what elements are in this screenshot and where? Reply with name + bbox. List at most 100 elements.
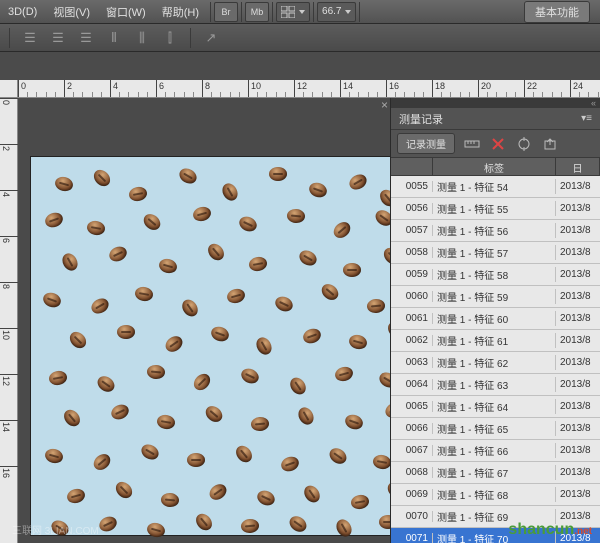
bean-object[interactable] — [297, 247, 320, 268]
bean-object[interactable] — [146, 364, 165, 380]
menu-window[interactable]: 窗口(W) — [98, 4, 154, 20]
bean-object[interactable] — [86, 220, 106, 237]
bean-object[interactable] — [279, 454, 301, 473]
bean-object[interactable] — [48, 370, 68, 387]
record-measurement-button[interactable]: 记录测量 — [397, 133, 455, 154]
distribute-v-icon[interactable]: ⫼ — [131, 27, 153, 49]
bean-object[interactable] — [156, 414, 176, 431]
target-icon[interactable] — [515, 135, 533, 153]
table-row[interactable]: 0069测量 1 - 特征 682013/8 — [391, 484, 600, 506]
zoom-dropdown[interactable]: 66.7 — [317, 2, 356, 22]
bean-object[interactable] — [248, 256, 268, 273]
table-row[interactable]: 0066测量 1 - 特征 652013/8 — [391, 418, 600, 440]
menu-help[interactable]: 帮助(H) — [154, 4, 207, 20]
menu-3d[interactable]: 3D(D) — [0, 6, 45, 18]
bean-object[interactable] — [89, 295, 112, 316]
bean-object[interactable] — [240, 518, 259, 534]
menu-view[interactable]: 视图(V) — [45, 4, 98, 20]
bean-object[interactable] — [347, 333, 368, 351]
delete-icon[interactable] — [489, 135, 507, 153]
bean-object[interactable] — [141, 211, 164, 233]
bean-object[interactable] — [43, 447, 64, 465]
bean-object[interactable] — [205, 241, 227, 264]
bean-object[interactable] — [225, 287, 246, 305]
bean-object[interactable] — [343, 263, 361, 277]
mb-button[interactable]: Mb — [245, 2, 269, 22]
distribute-h-icon[interactable]: ⫴ — [103, 27, 125, 49]
bean-object[interactable] — [145, 521, 166, 539]
bean-object[interactable] — [319, 281, 342, 303]
bean-object[interactable] — [253, 335, 274, 358]
bean-object[interactable] — [347, 171, 370, 192]
bean-object[interactable] — [95, 373, 118, 395]
bean-object[interactable] — [191, 205, 212, 223]
vertical-ruler[interactable]: 0246810121416 — [0, 98, 18, 543]
bean-object[interactable] — [273, 294, 295, 314]
bean-object[interactable] — [219, 181, 240, 204]
br-button[interactable]: Br — [214, 2, 238, 22]
bean-object[interactable] — [65, 487, 86, 505]
bean-object[interactable] — [295, 405, 316, 428]
bean-object[interactable] — [113, 479, 136, 502]
bean-object[interactable] — [333, 517, 354, 540]
bean-object[interactable] — [327, 445, 350, 467]
bean-object[interactable] — [343, 412, 365, 431]
bean-object[interactable] — [301, 483, 323, 506]
table-row[interactable]: 0065测量 1 - 特征 642013/8 — [391, 396, 600, 418]
align-center-icon[interactable]: ☰ — [47, 27, 69, 49]
bean-object[interactable] — [128, 186, 148, 203]
bean-object[interactable] — [53, 175, 74, 193]
bean-object[interactable] — [331, 219, 354, 241]
bean-object[interactable] — [61, 407, 83, 430]
bean-object[interactable] — [97, 514, 119, 534]
bean-object[interactable] — [41, 290, 63, 309]
bean-object[interactable] — [109, 402, 131, 422]
bean-object[interactable] — [177, 165, 200, 186]
distribute-sp-icon[interactable]: ⫿ — [159, 27, 181, 49]
bean-object[interactable] — [287, 513, 310, 535]
canvas[interactable] — [30, 156, 400, 536]
bean-object[interactable] — [255, 488, 277, 508]
arrow-icon[interactable]: ↗ — [200, 27, 222, 49]
table-row[interactable]: 0057测量 1 - 特征 562013/8 — [391, 220, 600, 242]
bean-object[interactable] — [91, 451, 114, 473]
bean-object[interactable] — [209, 324, 231, 343]
bean-object[interactable] — [286, 208, 305, 224]
bean-object[interactable] — [134, 286, 154, 303]
table-row[interactable]: 0062测量 1 - 特征 612013/8 — [391, 330, 600, 352]
bean-object[interactable] — [157, 257, 178, 275]
table-row[interactable]: 0063测量 1 - 特征 622013/8 — [391, 352, 600, 374]
bean-object[interactable] — [163, 333, 186, 355]
bean-object[interactable] — [117, 325, 135, 339]
bean-object[interactable] — [187, 453, 205, 467]
export-icon[interactable] — [541, 135, 559, 153]
bean-object[interactable] — [207, 481, 230, 503]
panel-tab[interactable]: 测量记录 ▾≡ — [391, 108, 600, 130]
table-row[interactable]: 0055测量 1 - 特征 542013/8 — [391, 176, 600, 198]
table-row[interactable]: 0067测量 1 - 特征 662013/8 — [391, 440, 600, 462]
panel-collapse-icon[interactable]: « — [591, 98, 596, 108]
bean-object[interactable] — [366, 298, 385, 314]
bean-object[interactable] — [160, 492, 179, 508]
table-row[interactable]: 0060测量 1 - 特征 592013/8 — [391, 286, 600, 308]
bean-object[interactable] — [107, 244, 129, 264]
bean-object[interactable] — [193, 511, 215, 534]
bean-object[interactable] — [139, 441, 162, 462]
bean-object[interactable] — [179, 297, 201, 320]
bean-object[interactable] — [67, 329, 90, 352]
table-row[interactable]: 0058测量 1 - 特征 572013/8 — [391, 242, 600, 264]
bean-object[interactable] — [203, 403, 226, 425]
close-doc-icon[interactable]: × — [381, 98, 388, 112]
measurement-table[interactable]: 0055测量 1 - 特征 542013/80056测量 1 - 特征 5520… — [391, 176, 600, 543]
bean-object[interactable] — [301, 326, 323, 345]
doc-arrange-dropdown[interactable] — [276, 2, 310, 22]
bean-object[interactable] — [287, 375, 309, 398]
bean-object[interactable] — [43, 210, 65, 229]
table-row[interactable]: 0068测量 1 - 特征 672013/8 — [391, 462, 600, 484]
table-row[interactable]: 0059测量 1 - 特征 582013/8 — [391, 264, 600, 286]
ruler-icon[interactable] — [463, 135, 481, 153]
bean-object[interactable] — [350, 494, 370, 511]
bean-object[interactable] — [250, 416, 269, 432]
align-left-icon[interactable]: ☰ — [19, 27, 41, 49]
bean-object[interactable] — [237, 214, 259, 234]
